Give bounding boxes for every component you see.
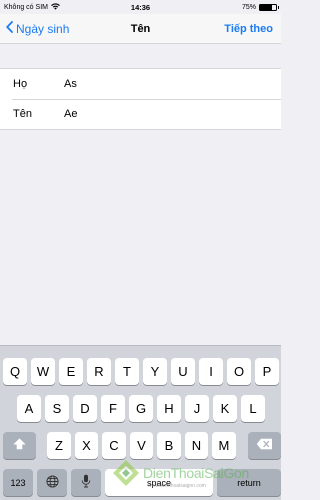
key-o[interactable]: O xyxy=(227,358,251,385)
key-g[interactable]: G xyxy=(129,395,153,422)
next-button[interactable]: Tiếp theo xyxy=(224,23,273,35)
back-button[interactable]: Ngày sinh xyxy=(0,21,69,36)
microphone-key[interactable] xyxy=(71,469,101,496)
globe-icon xyxy=(45,474,59,491)
navigation-bar: Ngày sinh Tên Tiếp theo xyxy=(0,14,281,44)
key-l[interactable]: L xyxy=(241,395,265,422)
chevron-left-icon xyxy=(6,21,16,36)
watermark-logo-icon xyxy=(112,459,140,492)
last-name-field[interactable]: As xyxy=(64,78,281,90)
watermark-brand: DienThoaiSaiGon xyxy=(143,465,250,481)
carrier-label: Không có SIM xyxy=(4,3,48,11)
shift-key[interactable] xyxy=(3,432,37,459)
key-u[interactable]: U xyxy=(171,358,195,385)
key-p[interactable]: P xyxy=(255,358,279,385)
key-r[interactable]: R xyxy=(87,358,111,385)
key-x[interactable]: X xyxy=(74,432,99,459)
first-name-label: Tên xyxy=(13,108,32,120)
key-t[interactable]: T xyxy=(115,358,139,385)
keyboard-row-2: A S D F G H J K L xyxy=(0,395,281,422)
key-i[interactable]: I xyxy=(199,358,223,385)
key-s[interactable]: S xyxy=(45,395,69,422)
first-name-field[interactable]: Ae xyxy=(64,108,281,120)
key-y[interactable]: Y xyxy=(143,358,167,385)
key-f[interactable]: F xyxy=(101,395,125,422)
first-name-row[interactable]: Tên Ae xyxy=(0,99,281,129)
key-e[interactable]: E xyxy=(59,358,83,385)
key-a[interactable]: A xyxy=(17,395,41,422)
battery-level xyxy=(260,4,272,10)
key-w[interactable]: W xyxy=(31,358,55,385)
wifi-icon xyxy=(51,2,60,12)
key-k[interactable]: K xyxy=(213,395,237,422)
shift-icon xyxy=(13,438,26,453)
keyboard-row-1: Q W E R T Y U I O P xyxy=(0,358,281,385)
key-q[interactable]: Q xyxy=(3,358,27,385)
back-button-label: Ngày sinh xyxy=(16,21,70,36)
battery-percent: 75% xyxy=(241,3,256,11)
battery-icon xyxy=(259,3,279,11)
numbers-key[interactable]: 123 xyxy=(3,469,33,496)
key-j[interactable]: J xyxy=(185,395,209,422)
microphone-icon xyxy=(81,474,91,491)
key-h[interactable]: H xyxy=(157,395,181,422)
globe-key[interactable] xyxy=(37,469,67,496)
watermark: DienThoaiSaiGon www.dienthoaisaigon.com xyxy=(108,455,283,500)
name-form: Họ As Tên Ae xyxy=(0,68,281,130)
last-name-row[interactable]: Họ As xyxy=(0,69,281,99)
backspace-icon xyxy=(256,438,273,453)
watermark-url: www.dienthoaisaigon.com xyxy=(148,483,206,489)
key-d[interactable]: D xyxy=(73,395,97,422)
key-z[interactable]: Z xyxy=(47,432,71,459)
status-bar: Không có SIM 14:36 75% xyxy=(0,0,281,14)
last-name-label: Họ xyxy=(13,78,28,90)
